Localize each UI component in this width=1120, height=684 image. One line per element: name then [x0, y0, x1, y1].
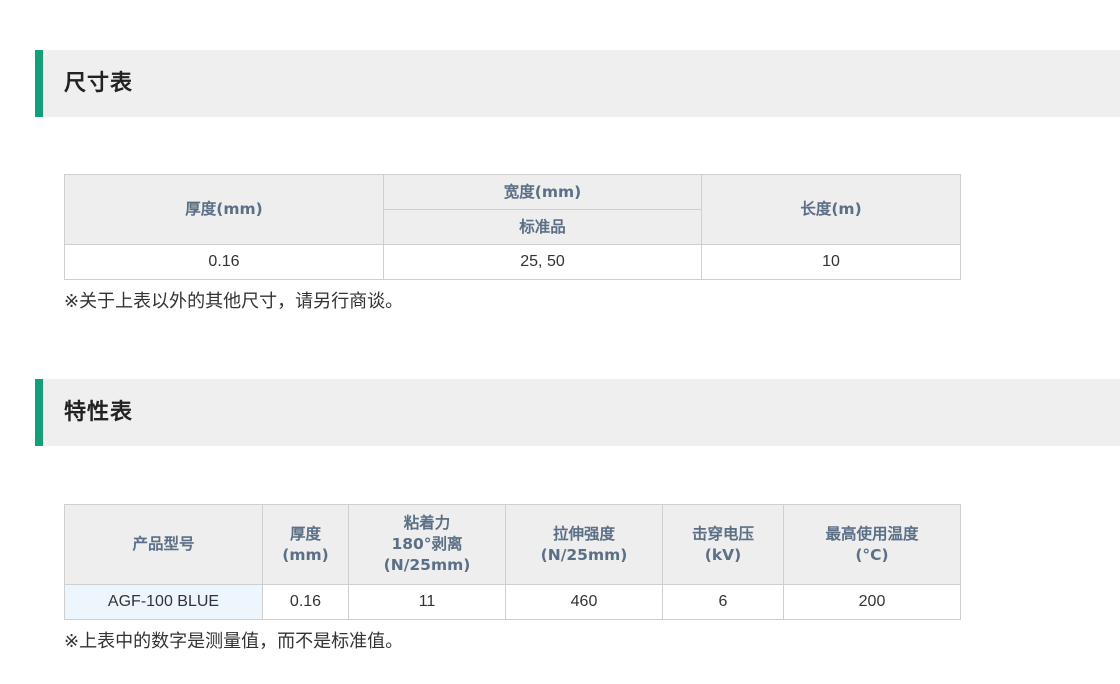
property-cell-breakdown: 6 [662, 584, 784, 620]
property-header-model: 产品型号 [64, 504, 263, 585]
table-row: 0.16 25, 50 10 [64, 244, 961, 280]
size-cell-length: 10 [701, 244, 961, 280]
size-cell-width: 25, 50 [383, 244, 702, 280]
property-header-thickness-line1: 厚度 [289, 524, 321, 543]
property-header-tensile-line1: 拉伸强度 [552, 524, 615, 543]
size-header-thickness: 厚度(mm) [64, 174, 384, 245]
size-note: ※关于上表以外的其他尺寸，请另行商谈。 [64, 291, 404, 312]
size-header-width-standard: 标准品 [383, 209, 702, 245]
property-header-breakdown-line1: 击穿电压 [691, 524, 754, 543]
property-note: ※上表中的数字是测量值，而不是标准值。 [64, 631, 404, 652]
property-header-temperature: 最高使用温度 (°C) [783, 504, 961, 585]
property-section-header: 特性表 [35, 379, 1120, 446]
property-cell-adhesion: 11 [348, 584, 506, 620]
property-header-tensile: 拉伸强度 (N/25mm) [505, 504, 663, 585]
size-header-length: 长度(m) [701, 174, 961, 245]
property-header-breakdown-line2: (kV) [704, 545, 742, 564]
size-section-header: 尺寸表 [35, 50, 1120, 117]
property-header-adhesion-line2: 180°剥离 [391, 535, 463, 553]
property-table: 产品型号 厚度 (mm) 粘着力 180°剥离 (N/25mm) 拉伸强度 (N… [64, 504, 961, 620]
size-section-title: 尺寸表 [64, 71, 134, 96]
property-header-breakdown: 击穿电压 (kV) [662, 504, 784, 585]
property-header-adhesion-line3: (N/25mm) [383, 556, 471, 574]
property-cell-tensile: 460 [505, 584, 663, 620]
property-header-temperature-line2: (°C) [855, 545, 889, 564]
property-header-temperature-line1: 最高使用温度 [825, 524, 919, 543]
property-header-adhesion-line1: 粘着力 [403, 514, 451, 532]
size-cell-thickness: 0.16 [64, 244, 384, 280]
table-row: AGF-100 BLUE 0.16 11 460 6 200 [64, 584, 961, 620]
property-header-thickness: 厚度 (mm) [262, 504, 349, 585]
property-section-title: 特性表 [64, 400, 134, 425]
property-cell-temperature: 200 [783, 584, 961, 620]
property-header-tensile-line2: (N/25mm) [540, 545, 628, 564]
property-header-model-label: 产品型号 [132, 535, 195, 553]
property-cell-model: AGF-100 BLUE [64, 584, 263, 620]
property-header-thickness-line2: (mm) [282, 545, 329, 564]
size-header-width: 宽度(mm) [383, 174, 702, 210]
size-table: 厚度(mm) 宽度(mm) 长度(m) 标准品 0.16 25, 50 10 [64, 174, 961, 280]
property-header-adhesion: 粘着力 180°剥离 (N/25mm) [348, 504, 506, 585]
property-cell-thickness: 0.16 [262, 584, 349, 620]
